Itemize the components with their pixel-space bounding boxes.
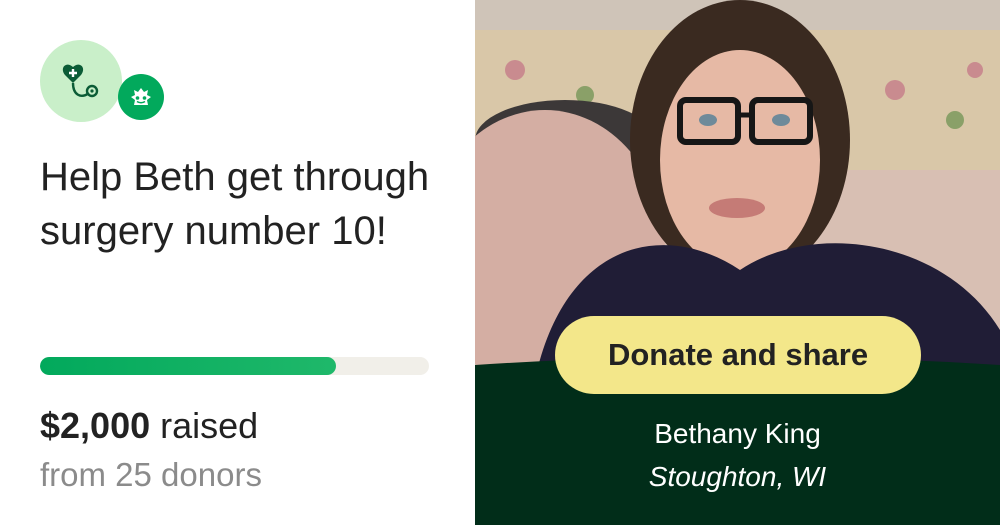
organizer-name: Bethany King xyxy=(654,418,821,449)
organizer-panel: Donate and share Bethany King Stoughton,… xyxy=(475,0,1000,525)
donate-and-share-button[interactable]: Donate and share xyxy=(555,316,921,394)
fundraiser-title: Help Beth get through surgery number 10! xyxy=(40,155,430,253)
category-badge xyxy=(40,40,122,122)
gofundme-badge xyxy=(118,74,164,120)
progress-bar xyxy=(40,357,429,375)
progress-fill xyxy=(40,357,336,375)
raised-text: $2,000 raised xyxy=(40,405,258,447)
organizer-location: Stoughton, WI xyxy=(648,461,827,492)
share-card: Help Beth get through surgery number 10!… xyxy=(0,0,1000,525)
heart-stethoscope-icon xyxy=(62,64,99,98)
raised-amount: $2,000 xyxy=(40,405,151,446)
raised-label: raised xyxy=(150,405,259,446)
donor-count: from 25 donors xyxy=(40,456,262,493)
gofundme-smile-icon xyxy=(131,88,151,105)
info-panel: Help Beth get through surgery number 10!… xyxy=(0,0,475,525)
